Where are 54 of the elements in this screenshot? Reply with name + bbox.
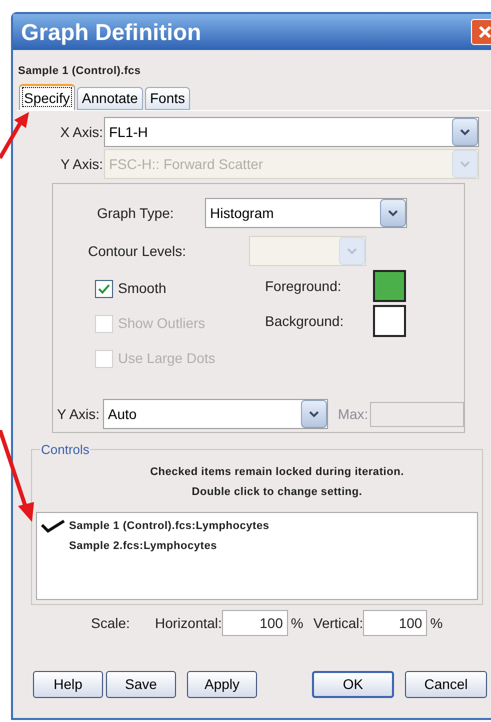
percent-sign: %: [290, 614, 304, 632]
dropdown-value: FSC-H:: Forward Scatter: [109, 154, 264, 174]
color-swatch[interactable]: [373, 305, 406, 337]
caret-icon: [347, 248, 357, 254]
option-label: Show Outliers: [118, 314, 206, 333]
list-item[interactable]: Sample 2.fcs:Lymphocytes: [37, 536, 477, 556]
tab[interactable]: Annotate: [76, 87, 143, 110]
check-icon: [40, 519, 66, 533]
horizontal-label: Horizontal:: [155, 614, 222, 632]
percent-sign: %: [430, 614, 443, 632]
vertical-field[interactable]: 100: [363, 610, 428, 636]
list-item[interactable]: Sample 1 (Control).fcs:Lymphocytes: [37, 516, 477, 536]
option-label: Smooth: [118, 279, 166, 298]
tab[interactable]: Specify: [19, 84, 75, 110]
dialog-button[interactable]: Help: [33, 671, 103, 698]
close-icon: [478, 25, 491, 39]
color-label: Background:: [265, 312, 345, 331]
dropdown-value: Auto: [108, 404, 137, 424]
vertical-label: Vertical:: [313, 614, 364, 632]
color-label: Foreground:: [265, 276, 342, 296]
dropdown-value: Histogram: [210, 204, 274, 223]
checkbox[interactable]: [95, 280, 113, 298]
caret-icon: [388, 210, 398, 216]
caret-icon: [460, 160, 470, 168]
axis-label: X Axis:: [59, 122, 103, 142]
dialog-button[interactable]: Apply: [187, 671, 257, 698]
dropdown-arrow-button[interactable]: [380, 199, 406, 227]
y-axis-scale-label: Y Axis:: [57, 404, 101, 424]
horizontal-field[interactable]: 100: [222, 610, 288, 636]
file-name: Sample 1 (Control).fcs: [18, 65, 141, 77]
dropdown[interactable]: FL1-H: [104, 117, 479, 147]
dialog-button[interactable]: OK: [312, 671, 394, 698]
caret-icon: [460, 128, 470, 136]
window-title: Graph Definition: [21, 18, 202, 47]
close-button[interactable]: [471, 19, 491, 45]
check-icon: [98, 284, 110, 294]
dropdown-arrow-button[interactable]: [452, 118, 478, 146]
dropdown[interactable]: Auto: [102, 399, 328, 429]
dialog-button[interactable]: Cancel: [405, 671, 487, 698]
option-label: Use Large Dots: [118, 349, 216, 368]
annotation-arrow: [0, 112, 30, 160]
dropdown-value: FL1-H: [109, 122, 148, 142]
contour-levels-label: Contour Levels:: [88, 242, 188, 260]
tab[interactable]: Fonts: [144, 87, 190, 110]
axis-label: Y Axis:: [59, 154, 103, 174]
dropdown[interactable]: Histogram: [205, 198, 407, 228]
scale-label: Scale:: [91, 614, 131, 632]
controls-hint: Checked items remain locked during iteration. Double click to change setting.: [149, 465, 405, 500]
dropdown-arrow-button[interactable]: [300, 400, 327, 428]
color-swatch[interactable]: [373, 270, 406, 302]
max-label: Max:: [338, 404, 368, 424]
graph-type-label: Graph Type:: [97, 204, 175, 223]
dialog-button[interactable]: Save: [106, 671, 176, 698]
caret-icon: [308, 410, 319, 418]
